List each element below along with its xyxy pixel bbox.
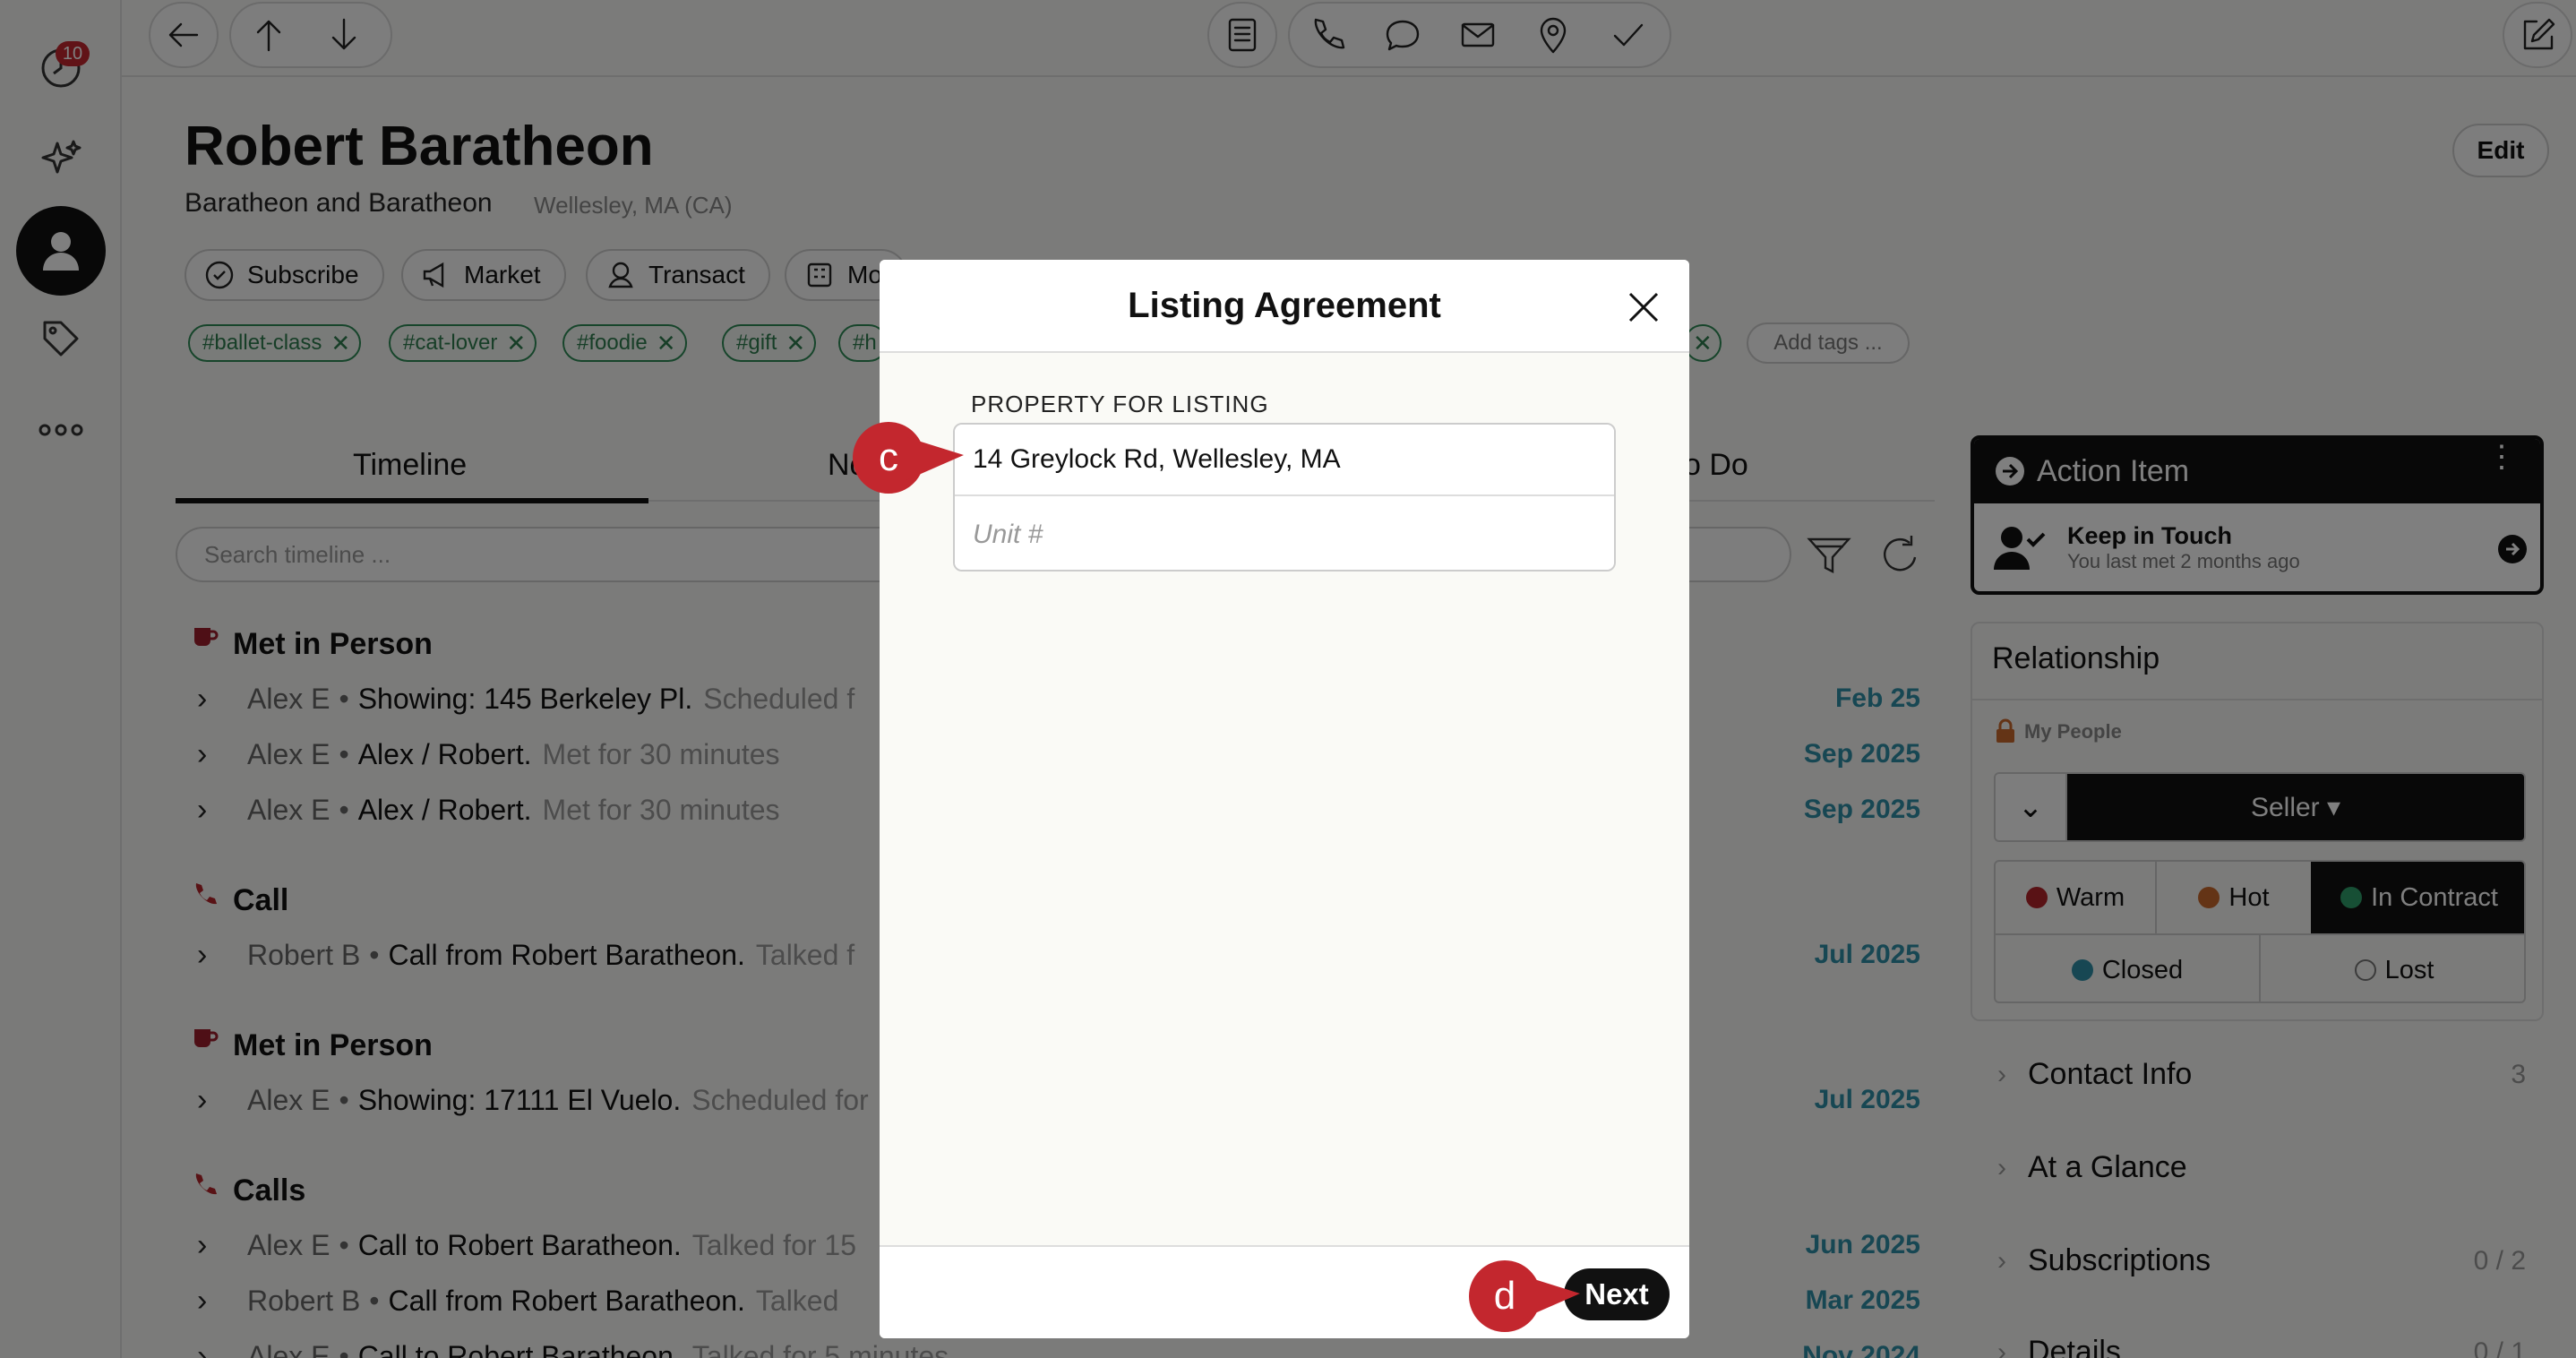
dialog-header: Listing Agreement <box>880 260 1689 353</box>
callout-marker-c: c <box>853 421 964 494</box>
callout-marker-d: d <box>1469 1259 1580 1333</box>
property-address-input[interactable] <box>955 425 1614 496</box>
dialog-title: Listing Agreement <box>1128 285 1441 325</box>
close-icon[interactable] <box>1623 287 1664 328</box>
property-field-label: PROPERTY FOR LISTING <box>971 391 1269 417</box>
listing-agreement-dialog: Listing Agreement PROPERTY FOR LISTING N… <box>880 260 1689 1338</box>
address-field-group <box>953 423 1616 572</box>
unit-number-input[interactable] <box>955 498 1614 570</box>
callout-letter: d <box>1493 1274 1516 1318</box>
callout-letter: c <box>879 435 898 479</box>
